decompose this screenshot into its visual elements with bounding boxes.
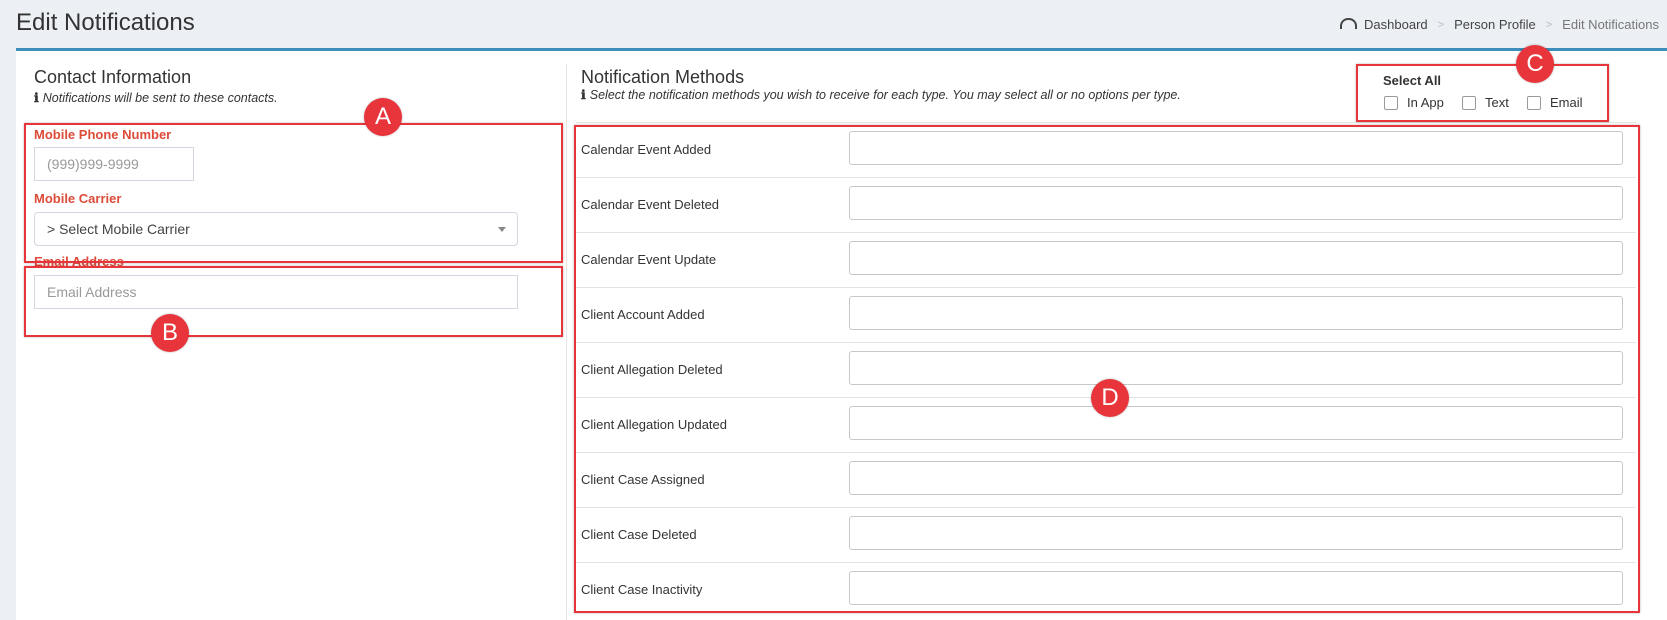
breadcrumb-separator: > [1437,18,1445,31]
breadcrumb-person-profile-link[interactable]: Person Profile [1454,17,1536,32]
contact-section-title: Contact Information [34,67,192,87]
annotation-box-c [1356,64,1609,122]
annotation-badge-c: C [1516,45,1554,83]
contact-hint-text: Notifications will be sent to these cont… [42,91,278,105]
breadcrumb-separator: > [1545,18,1553,31]
breadcrumb-current: Edit Notifications [1562,17,1659,32]
annotation-badge-d: D [1091,379,1129,417]
methods-hint: ℹ Select the notification methods you wis… [581,87,1181,102]
dashboard-icon [1340,18,1358,29]
breadcrumb: Dashboard > Person Profile > Edit Notifi… [1340,17,1659,32]
methods-section-title: Notification Methods [581,67,745,87]
annotation-box-d [574,125,1640,613]
annotation-badge-b: B [151,314,189,352]
info-icon: ℹ [34,91,39,105]
annotation-box-a [24,123,563,263]
annotation-box-b [24,266,563,337]
page-header: Edit Notifications Dashboard > Person Pr… [0,0,1667,48]
annotation-badge-a: A [364,98,402,136]
contact-hint: ℹ Notifications will be sent to these con… [34,90,278,105]
methods-hint-text: Select the notification methods you wish… [589,88,1181,102]
info-icon: ℹ [581,88,586,102]
page-title: Edit Notifications [16,9,195,36]
column-divider [566,64,567,620]
breadcrumb-dashboard-link[interactable]: Dashboard [1364,17,1428,32]
